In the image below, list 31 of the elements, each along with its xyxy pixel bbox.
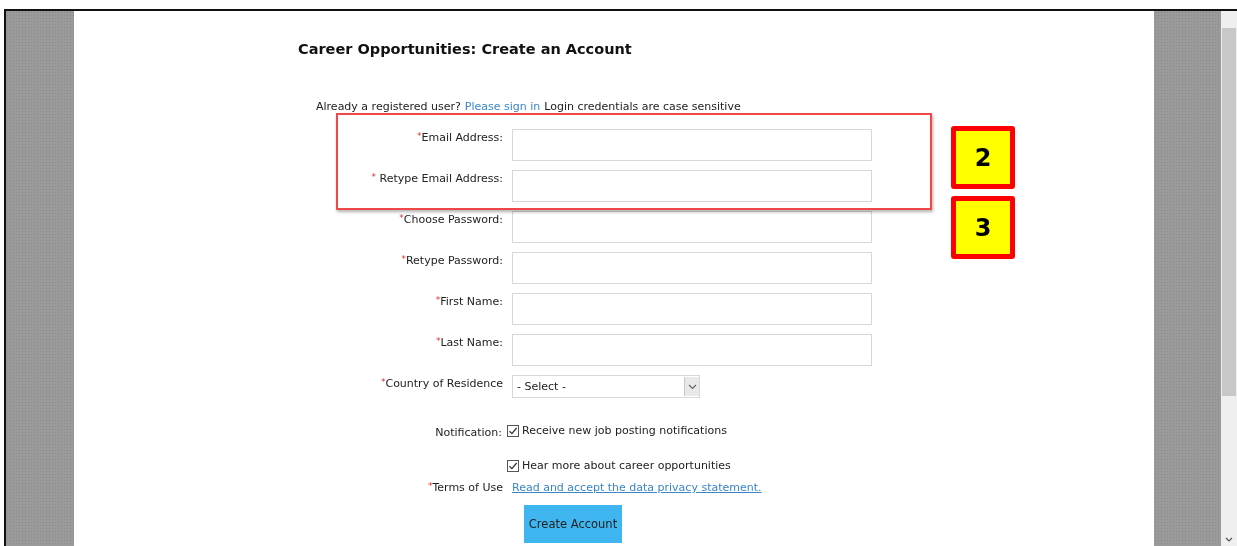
case-note: Login credentials are case sensitive <box>544 100 741 114</box>
text-field[interactable] <box>512 211 872 243</box>
checkbox-label: Hear more about career opportunities <box>522 459 731 472</box>
field-label: $^{*}$Email Address: <box>416 130 503 146</box>
step-badge: 2 <box>951 126 1015 189</box>
checkbox-label: Receive new job posting notifications <box>522 424 727 437</box>
page-title: Career Opportunities: Create an Account <box>298 41 633 57</box>
field-label: $^{*}$Country of Residence <box>380 376 503 392</box>
intro-text: Already a registered user? <box>316 100 461 114</box>
field-label: $^{*}$ Retype Email Address: <box>371 171 503 187</box>
create-account-button[interactable]: Create Account <box>524 505 622 543</box>
sign-in-link[interactable]: Please sign in <box>464 100 541 114</box>
text-field[interactable] <box>512 252 872 284</box>
scroll-down-icon[interactable] <box>1225 537 1233 542</box>
text-field[interactable] <box>512 334 872 366</box>
caret-icon <box>687 383 697 390</box>
terms-label: $^{*}$Terms of Use <box>426 481 503 494</box>
text-field[interactable] <box>512 293 872 325</box>
country-select[interactable]: - Select - <box>512 375 700 398</box>
field-label: $^{*}$Retype Password: <box>401 253 503 269</box>
field-label: $^{*}$Last Name: <box>435 335 503 351</box>
checkbox[interactable] <box>507 424 519 437</box>
scrollbar[interactable] <box>1221 11 1237 546</box>
privacy-link[interactable]: Read and accept the data privacy statement. <box>512 481 762 494</box>
field-label: $^{*}$First Name: <box>435 294 503 310</box>
notification-label: Notification: <box>434 425 502 441</box>
text-field[interactable] <box>512 129 872 161</box>
step-badge: 3 <box>951 196 1015 259</box>
checkbox[interactable] <box>507 459 519 472</box>
text-field[interactable] <box>512 170 872 202</box>
field-label: $^{*}$Choose Password: <box>399 212 503 228</box>
